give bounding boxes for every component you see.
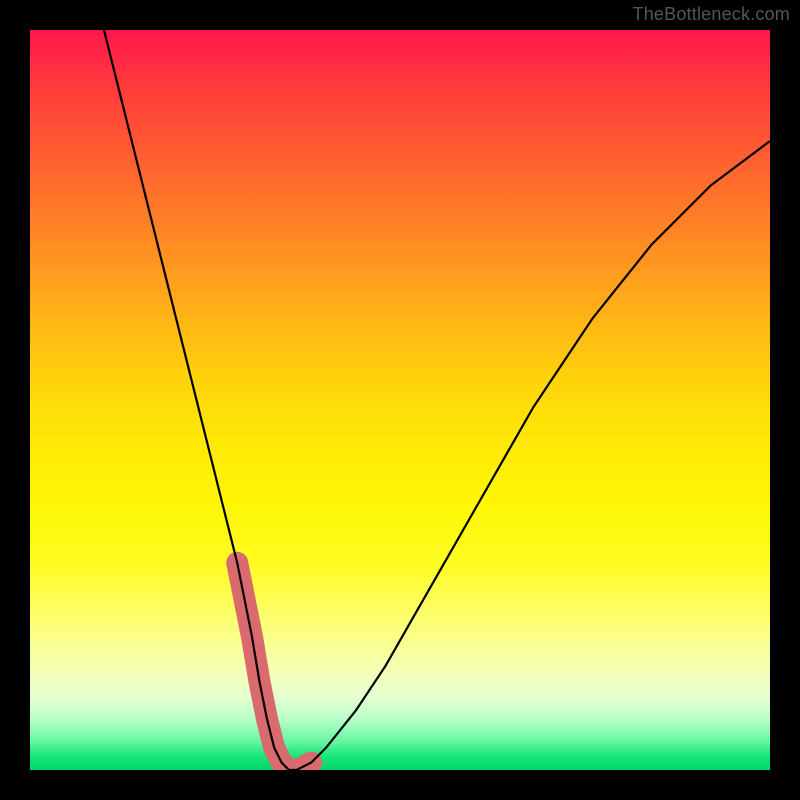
- watermark-text: TheBottleneck.com: [633, 4, 790, 25]
- bottleneck-curve: [104, 30, 770, 770]
- plot-area: [30, 30, 770, 770]
- chart-svg: [30, 30, 770, 770]
- highlight-segment: [237, 563, 311, 770]
